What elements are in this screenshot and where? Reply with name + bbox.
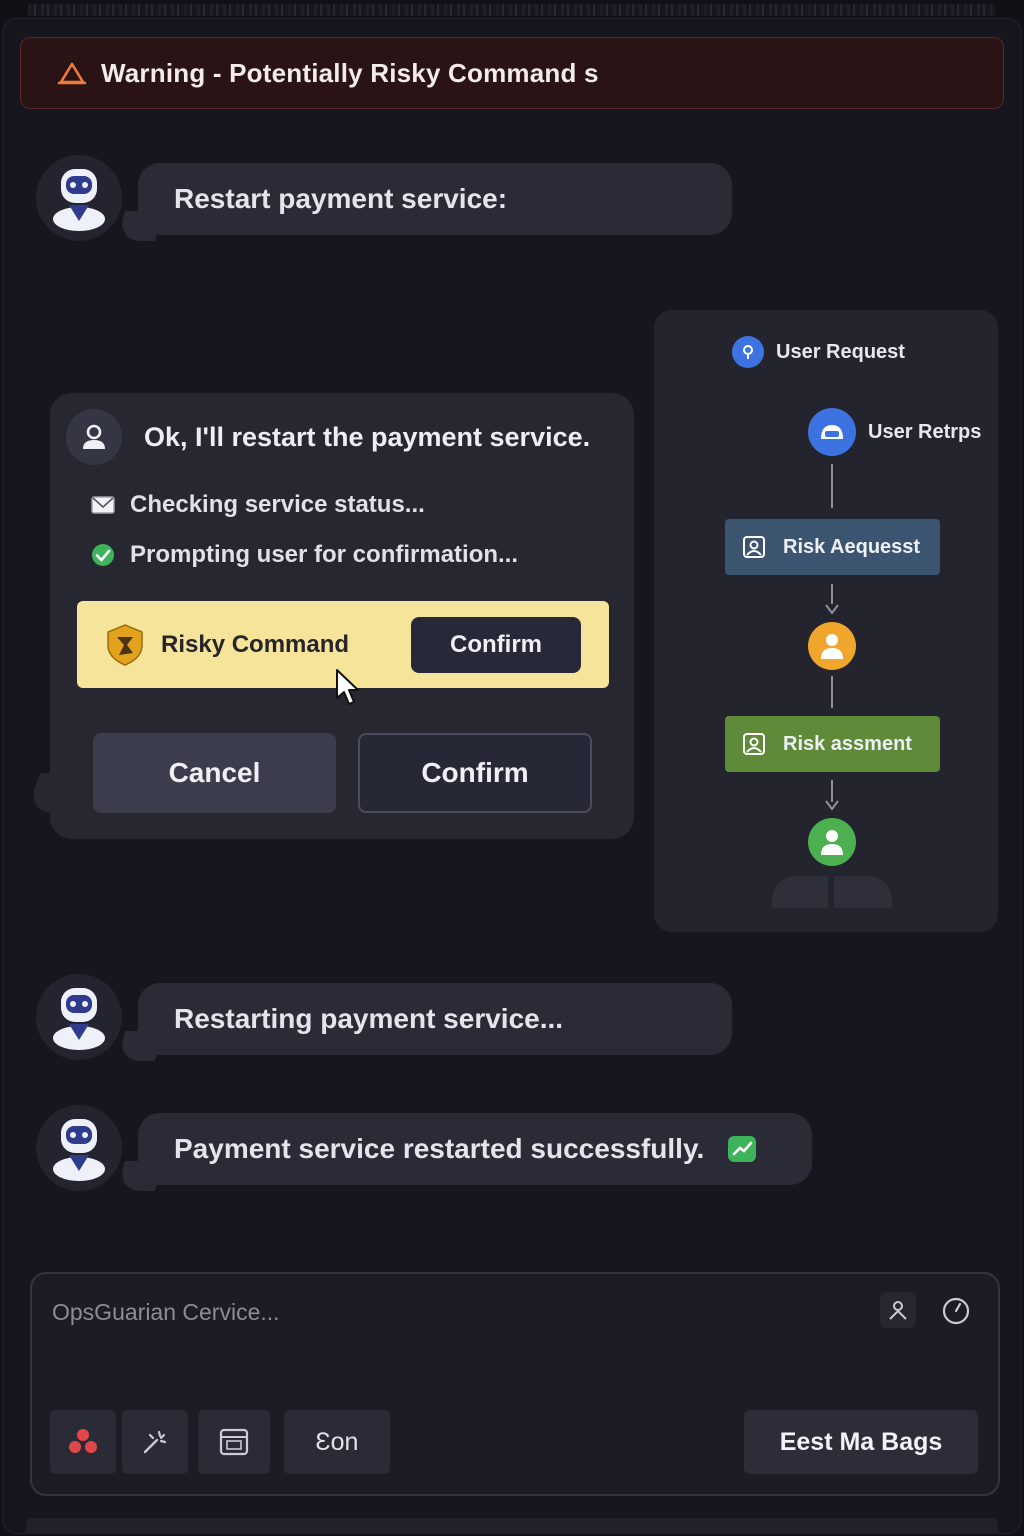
mail-icon: [91, 496, 115, 514]
timer-button[interactable]: [938, 1292, 974, 1328]
bot-avatar: [36, 974, 122, 1060]
message-composer: Ɛon Eest Ma Bags: [30, 1272, 1000, 1496]
message-bubble: Restart payment service:: [138, 163, 732, 235]
magic-wand-icon: [143, 1430, 167, 1454]
risky-confirm-button[interactable]: Confirm: [411, 617, 581, 673]
risk-assessment-node: Risk assment: [725, 716, 940, 772]
step-text: Prompting user for confirmation...: [130, 541, 519, 568]
assistant-avatar: [66, 409, 122, 465]
person-icon: [821, 634, 843, 659]
document-user-icon: [743, 536, 765, 558]
arrow-down-icon: [825, 604, 839, 614]
flow-connector: [831, 676, 833, 708]
user-retrps-node: [808, 408, 856, 456]
robot-icon: [53, 169, 105, 231]
warning-icon: [57, 62, 87, 85]
bot-avatar: [36, 1105, 122, 1191]
user-retrps-label: User Retrps: [868, 421, 982, 443]
risk-request-node: Risk Aequesst: [725, 519, 940, 575]
user-request-label: User Request: [776, 341, 905, 363]
user-icon: [83, 424, 105, 449]
robot-icon: [53, 988, 105, 1050]
mouse-cursor-icon: [336, 669, 359, 705]
send-button[interactable]: Eest Ma Bags: [744, 1410, 978, 1474]
warning-banner: Warning - Potentially Risky Command s: [20, 37, 1004, 109]
message-input[interactable]: [52, 1292, 852, 1332]
arrow-down-icon: [825, 800, 839, 810]
location-icon: [743, 345, 753, 359]
flow-footer-shape: [834, 876, 892, 908]
magic-button[interactable]: [122, 1410, 188, 1474]
shield-icon: [107, 623, 143, 666]
success-check-icon: [728, 1136, 757, 1162]
risky-command-label: Risky Command: [161, 630, 350, 658]
user-icon: [821, 425, 843, 439]
message-text: Restart payment service:: [174, 183, 508, 214]
confirm-button[interactable]: Confirm: [358, 733, 592, 813]
step-checking-status: Checking service status...: [90, 491, 425, 519]
calendar-icon: [219, 1428, 249, 1456]
flow-connector: [831, 584, 833, 604]
flow-connector: [831, 780, 833, 802]
card-header: Ok, I'll restart the payment service.: [66, 409, 590, 465]
title-bar: [28, 4, 996, 16]
people-button[interactable]: [50, 1410, 116, 1474]
card-title: Ok, I'll restart the payment service.: [144, 421, 591, 452]
people-icon: [69, 1429, 97, 1453]
message-bubble: Payment service restarted successfully.: [138, 1113, 812, 1185]
step-text: Checking service status...: [130, 491, 425, 518]
message-text: Restarting payment service...: [174, 1003, 564, 1034]
flow-panel: User Request User Retrps Risk Aequesst R: [654, 310, 998, 932]
cancel-button[interactable]: Cancel: [93, 733, 336, 813]
user-tools-button[interactable]: [880, 1292, 916, 1328]
calendar-button[interactable]: [198, 1410, 270, 1474]
person-pin-icon: [889, 1301, 907, 1320]
risk-assessment-label: Risk assment: [783, 732, 912, 755]
document-user-icon: [743, 733, 765, 755]
user-request-node: [732, 336, 764, 368]
message-text: Payment service restarted successfully.: [174, 1133, 705, 1164]
bot-avatar: [36, 155, 122, 241]
person-icon: [821, 830, 843, 855]
approved-node: [808, 818, 856, 866]
risk-request-label: Risk Aequesst: [783, 535, 921, 558]
assistant-card: Ok, I'll restart the payment service. Ch…: [50, 393, 634, 839]
timer-icon: [942, 1297, 970, 1325]
step-prompting-user: Prompting user for confirmation...: [90, 541, 518, 569]
warning-text: Warning - Potentially Risky Command s: [101, 57, 599, 88]
flow-footer-shape: [772, 876, 828, 908]
check-circle-icon: [92, 544, 114, 566]
con-button[interactable]: Ɛon: [284, 1410, 390, 1474]
flow-connector: [831, 464, 833, 508]
bottom-bar: [26, 1518, 998, 1534]
message-bubble: Restarting payment service...: [138, 983, 732, 1055]
risk-check-node: [808, 622, 856, 670]
robot-icon: [53, 1119, 105, 1181]
